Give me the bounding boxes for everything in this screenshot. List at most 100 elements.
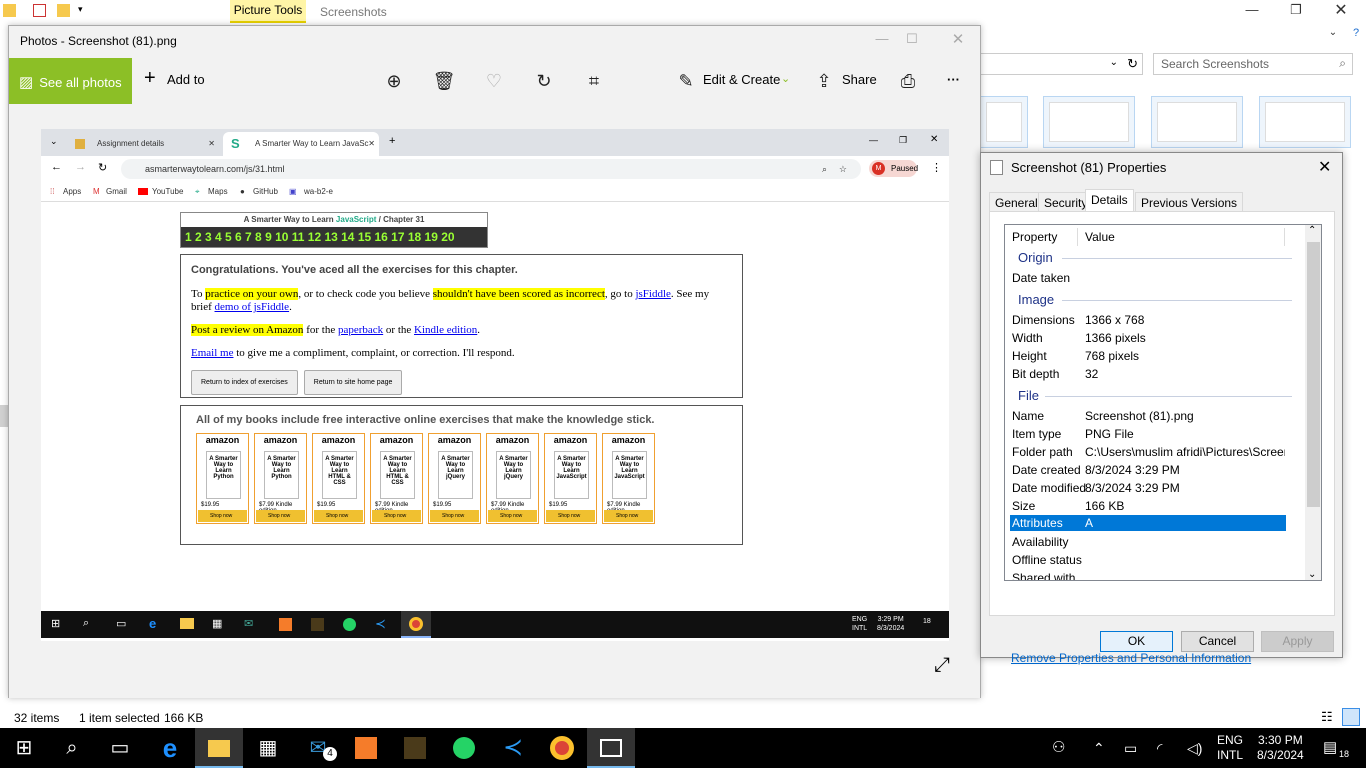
ok-button[interactable]: OK xyxy=(1100,631,1173,652)
search-icon[interactable]: ⌕ xyxy=(48,728,96,768)
file-explorer-taskbar-item[interactable] xyxy=(195,728,243,768)
people-icon[interactable]: ⚇ xyxy=(1052,728,1065,768)
column-property[interactable]: Property xyxy=(1012,228,1057,246)
wifi-icon[interactable]: ◜ xyxy=(1157,728,1162,768)
details-view-icon[interactable]: ☷ xyxy=(1321,709,1333,725)
file-icon xyxy=(990,160,1003,175)
chevron-down-icon[interactable]: ⌄ xyxy=(781,72,790,85)
shop-now-button: Shop now xyxy=(372,510,421,522)
edge-icon[interactable]: e xyxy=(146,728,194,768)
see-all-label: See all photos xyxy=(39,75,122,90)
quick-access-dropdown-icon[interactable]: ▾ xyxy=(78,4,91,17)
fullscreen-icon[interactable]: ⤢ xyxy=(934,654,950,677)
property-list-scrollbar[interactable]: ⌃ ⌄ xyxy=(1305,225,1321,580)
notification-center-icon[interactable]: ▤ xyxy=(1323,728,1337,768)
cancel-button[interactable]: Cancel xyxy=(1181,631,1254,652)
large-icons-view-icon[interactable] xyxy=(1342,708,1360,726)
table-row[interactable]: Name Screenshot (81).png xyxy=(1005,407,1305,425)
folder-icon[interactable] xyxy=(3,4,16,17)
store-icon[interactable]: ▦ xyxy=(244,728,292,768)
see-all-photos-button[interactable]: ▨ See all photos xyxy=(9,58,132,104)
share-icon: ⇪ xyxy=(816,71,832,91)
photos-taskbar-item[interactable] xyxy=(587,728,635,768)
table-row[interactable]: Date modified 8/3/2024 3:29 PM xyxy=(1005,479,1305,497)
table-row[interactable]: Folder path C:\Users\muslim afridi\Pictur… xyxy=(1005,443,1305,461)
scroll-down-icon[interactable]: ⌄ xyxy=(1308,569,1316,580)
close-icon[interactable]: ✕ xyxy=(935,30,981,48)
xampp-taskbar-item[interactable] xyxy=(342,728,390,768)
table-row[interactable]: Date created 8/3/2024 3:29 PM xyxy=(1005,461,1305,479)
explorer-title: Screenshots xyxy=(320,5,387,19)
new-folder-icon[interactable] xyxy=(57,4,70,17)
section-file: File xyxy=(1018,388,1039,403)
highlight: shouldn't have been scored as incorrect xyxy=(432,288,605,300)
show-hidden-icons-icon[interactable]: ⌃ xyxy=(1093,728,1105,768)
address-bar[interactable]: ⌄ ↻ xyxy=(980,53,1143,75)
language-indicator[interactable]: ENG INTL xyxy=(1217,733,1243,773)
tab-details[interactable]: Details xyxy=(1085,189,1134,212)
chevron-down-icon[interactable]: ⌄ xyxy=(1110,57,1118,68)
table-row[interactable]: Offline status xyxy=(1005,551,1305,569)
restore-icon[interactable]: ❐ xyxy=(1273,2,1319,18)
book-card: amazon A Smarter Way to Learn JavaScript $… xyxy=(544,433,597,524)
column-value[interactable]: Value xyxy=(1085,228,1285,246)
close-icon[interactable]: ✕ xyxy=(1318,0,1364,20)
table-row[interactable]: Size 166 KB xyxy=(1005,497,1305,515)
chapter-nav: A Smarter Way to Learn JavaScript / Chap… xyxy=(180,212,488,248)
delete-icon[interactable]: 🗑 xyxy=(431,68,457,94)
table-row[interactable]: Height 768 pixels xyxy=(1005,347,1305,365)
print-icon[interactable]: ⎙ xyxy=(895,68,921,94)
table-row[interactable]: Shared with xyxy=(1005,569,1305,580)
zoom-in-icon[interactable]: ⊕ xyxy=(381,68,407,94)
kindle-link: Kindle edition xyxy=(414,324,478,336)
crop-icon[interactable]: ⌗ xyxy=(581,68,607,94)
add-to-button[interactable]: Add to xyxy=(167,72,205,87)
file-thumbnail[interactable] xyxy=(1151,96,1243,148)
minimize-icon: — xyxy=(869,135,878,145)
table-row[interactable]: Bit depth 32 xyxy=(1005,365,1305,383)
file-thumbnail[interactable] xyxy=(980,96,1028,148)
vscode-icon[interactable]: ≺ xyxy=(489,728,537,768)
table-row-selected[interactable]: Attributes A xyxy=(1010,515,1286,531)
scrollbar-thumb[interactable] xyxy=(1307,242,1320,507)
minimize-icon[interactable]: — xyxy=(1229,2,1275,17)
remove-properties-link[interactable]: Remove Properties and Personal Informati… xyxy=(1011,651,1251,665)
tab-general[interactable]: General xyxy=(989,192,1044,211)
prop-value: C:\Users\muslim afridi\Pictures\Screen..… xyxy=(1085,445,1285,459)
prop-key: Folder path xyxy=(1012,445,1073,459)
star-icon: ☆ xyxy=(838,164,847,174)
share-button[interactable]: Share xyxy=(842,72,877,87)
table-row[interactable]: Availability xyxy=(1005,533,1305,551)
task-view-icon[interactable]: ▭ xyxy=(96,728,144,768)
table-row[interactable]: Width 1366 pixels xyxy=(1005,329,1305,347)
sublime-taskbar-item[interactable] xyxy=(391,728,439,768)
properties-icon[interactable] xyxy=(33,4,46,17)
file-thumbnail[interactable] xyxy=(1043,96,1135,148)
edit-create-button[interactable]: Edit & Create xyxy=(703,72,780,87)
gmail-icon: M xyxy=(93,187,100,196)
whatsapp-taskbar-item[interactable] xyxy=(440,728,488,768)
file-thumbnail[interactable] xyxy=(1259,96,1351,148)
clock[interactable]: 3:30 PM 8/3/2024 xyxy=(1257,733,1304,773)
picture-tools-tab[interactable]: Picture Tools xyxy=(230,0,306,23)
table-row[interactable]: Date taken xyxy=(1005,269,1305,287)
volume-icon[interactable]: ◁) xyxy=(1187,728,1202,768)
help-icon[interactable]: ? xyxy=(1333,27,1366,39)
favorite-heart-icon[interactable]: ♡ xyxy=(481,68,507,94)
apply-button[interactable]: Apply xyxy=(1261,631,1334,652)
windows-start-icon[interactable]: ⊞ xyxy=(0,728,48,768)
tab-previous-versions[interactable]: Previous Versions xyxy=(1135,192,1244,211)
table-row[interactable]: Item type PNG File xyxy=(1005,425,1305,443)
close-icon[interactable]: ✕ xyxy=(1318,157,1331,177)
nav-pane-scrollbar[interactable] xyxy=(0,405,8,427)
chrome-taskbar-item[interactable] xyxy=(538,728,586,768)
refresh-icon[interactable]: ↻ xyxy=(1127,56,1138,72)
table-row[interactable]: Dimensions 1366 x 768 xyxy=(1005,311,1305,329)
search-input[interactable]: Search Screenshots ⌕ xyxy=(1153,53,1353,75)
add-icon[interactable]: + xyxy=(144,67,156,90)
maximize-icon[interactable]: ☐ xyxy=(889,31,935,47)
battery-icon[interactable]: ▭ xyxy=(1124,728,1137,768)
rotate-icon[interactable]: ↻ xyxy=(531,68,557,94)
more-options-button[interactable]: ··· xyxy=(947,72,960,87)
scroll-up-icon[interactable]: ⌃ xyxy=(1308,225,1316,236)
